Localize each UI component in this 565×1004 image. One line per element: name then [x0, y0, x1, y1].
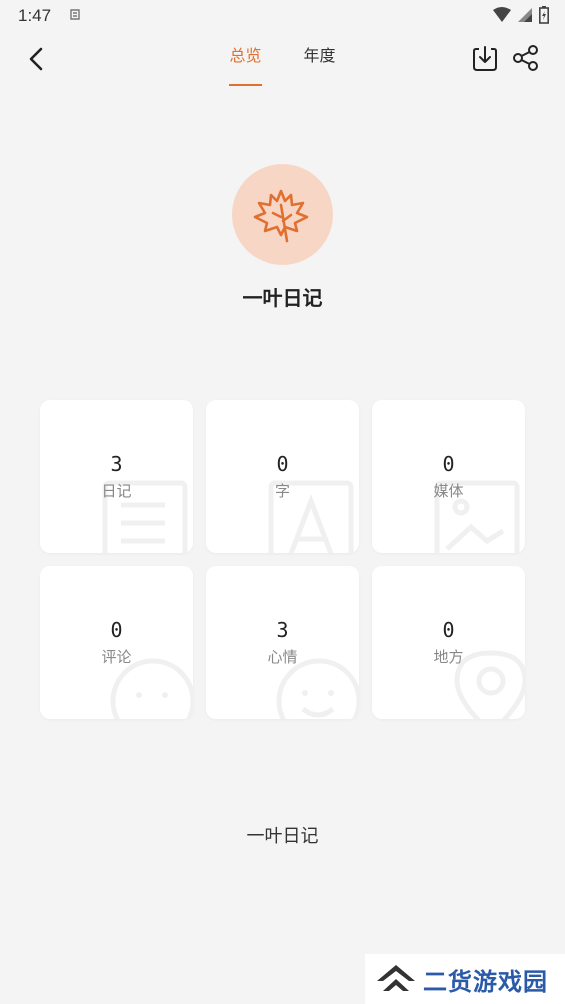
footer-app-name: 一叶日记	[246, 826, 319, 847]
status-icons	[493, 6, 549, 24]
tab-year[interactable]: 年度	[304, 32, 336, 88]
stat-card-places[interactable]: 0 地方	[372, 566, 525, 719]
stat-value: 0	[442, 452, 455, 476]
maple-leaf-icon	[253, 189, 308, 242]
stat-value: 3	[276, 618, 289, 642]
tab-year-label: 年度	[303, 46, 336, 65]
stat-label: 心情	[267, 648, 298, 666]
stat-card-words[interactable]: 0 字	[206, 400, 359, 553]
watermark-logo-icon	[377, 965, 415, 991]
export-icon[interactable]	[472, 44, 498, 72]
battery-icon	[539, 6, 549, 24]
stat-card-diary[interactable]: 3 日记	[40, 400, 193, 553]
stat-value: 0	[442, 618, 455, 642]
app-logo	[232, 164, 333, 265]
notification-icon	[70, 9, 80, 20]
stat-card-comments[interactable]: 0 评论	[40, 566, 193, 719]
watermark-text: 二货游戏园	[423, 967, 548, 996]
stats-grid: 3 日记 0 字 0 媒体 0 评论 3 心情 0 地方	[40, 400, 525, 719]
stat-card-mood[interactable]: 3 心情	[206, 566, 359, 719]
tab-overview[interactable]: 总览	[229, 32, 262, 88]
stat-value: 0	[110, 618, 123, 642]
signal-icon	[518, 8, 532, 22]
stat-value: 0	[276, 452, 289, 476]
stat-label: 评论	[101, 648, 132, 666]
top-bar: 总览 年度	[0, 32, 565, 88]
tab-overview-label: 总览	[229, 46, 262, 65]
active-tab-indicator	[229, 84, 262, 86]
watermark: 二货游戏园	[365, 954, 565, 1004]
share-icon[interactable]	[512, 44, 540, 72]
wifi-icon	[493, 7, 511, 22]
stat-value: 3	[110, 452, 123, 476]
stat-label: 媒体	[433, 482, 464, 500]
stat-card-media[interactable]: 0 媒体	[372, 400, 525, 553]
stat-label: 地方	[433, 648, 464, 666]
stat-label: 字	[274, 482, 290, 500]
status-time: 1:47	[18, 6, 52, 25]
status-bar: 1:47	[0, 0, 565, 32]
stat-label: 日记	[101, 482, 132, 500]
app-name: 一叶日记	[242, 286, 323, 310]
